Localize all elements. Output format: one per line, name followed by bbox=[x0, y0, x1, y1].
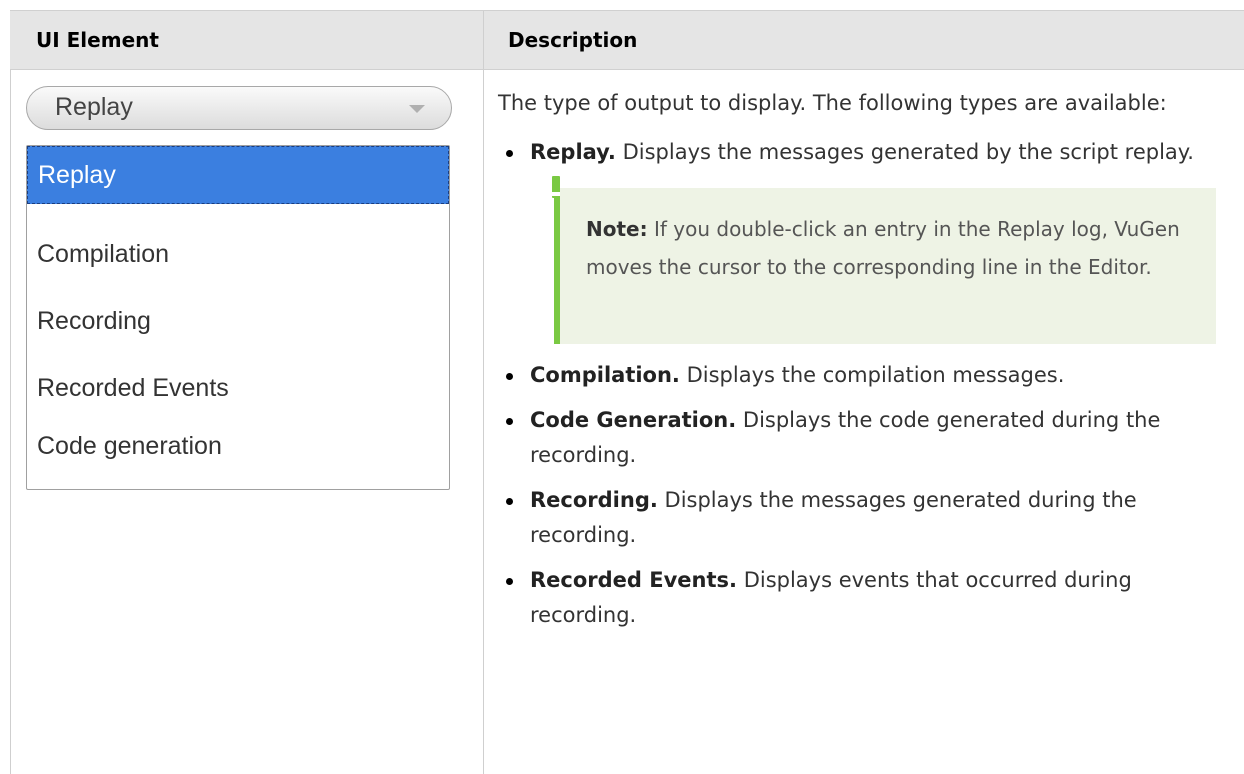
item-term: Recording. bbox=[530, 488, 658, 512]
dropdown-selected-value: Replay bbox=[55, 93, 133, 121]
note-icon bbox=[552, 176, 560, 198]
dropdown-list: Replay Compilation Recording Recorded Ev… bbox=[26, 145, 450, 490]
item-term: Compilation. bbox=[530, 363, 680, 387]
option-compilation[interactable]: Compilation bbox=[27, 224, 449, 284]
note-text: If you double-click an entry in the Repl… bbox=[586, 217, 1180, 279]
output-type-list-continued: Compilation. Displays the compilation me… bbox=[498, 358, 1218, 633]
header-divider bbox=[483, 11, 484, 69]
note-label: Note: bbox=[586, 217, 648, 241]
table-header: UI Element Description bbox=[10, 10, 1244, 70]
header-ui-element: UI Element bbox=[36, 28, 159, 52]
list-item: Recording. Displays the messages generat… bbox=[498, 483, 1218, 553]
option-recording[interactable]: Recording bbox=[27, 291, 449, 351]
note-box: Note: If you double-click an entry in th… bbox=[552, 176, 1216, 344]
list-item: Code Generation. Displays the code gener… bbox=[498, 403, 1218, 473]
option-code-generation[interactable]: Code generation bbox=[27, 416, 449, 476]
ui-element-table: UI Element Description Replay Replay Com… bbox=[0, 0, 1244, 774]
description-intro: The type of output to display. The follo… bbox=[498, 91, 1167, 115]
item-term: Code Generation. bbox=[530, 408, 737, 432]
item-term: Recorded Events. bbox=[530, 568, 738, 592]
description-cell: The type of output to display. The follo… bbox=[498, 86, 1218, 643]
table-left-border bbox=[10, 70, 11, 774]
option-replay[interactable]: Replay bbox=[27, 146, 449, 204]
header-description: Description bbox=[508, 28, 638, 52]
item-text: Displays the compilation messages. bbox=[679, 363, 1065, 387]
output-type-list: Replay. Displays the messages generated … bbox=[498, 135, 1218, 170]
output-type-dropdown[interactable]: Replay bbox=[26, 86, 452, 130]
chevron-down-icon[interactable] bbox=[409, 105, 425, 113]
column-divider bbox=[483, 70, 484, 774]
list-item: Replay. Displays the messages generated … bbox=[498, 135, 1218, 170]
item-term: Replay. bbox=[530, 140, 616, 164]
item-text: Displays the messages generated by the s… bbox=[615, 140, 1194, 164]
list-item: Recorded Events. Displays events that oc… bbox=[498, 563, 1218, 633]
list-item: Compilation. Displays the compilation me… bbox=[498, 358, 1218, 393]
option-recorded-events[interactable]: Recorded Events bbox=[27, 358, 449, 418]
